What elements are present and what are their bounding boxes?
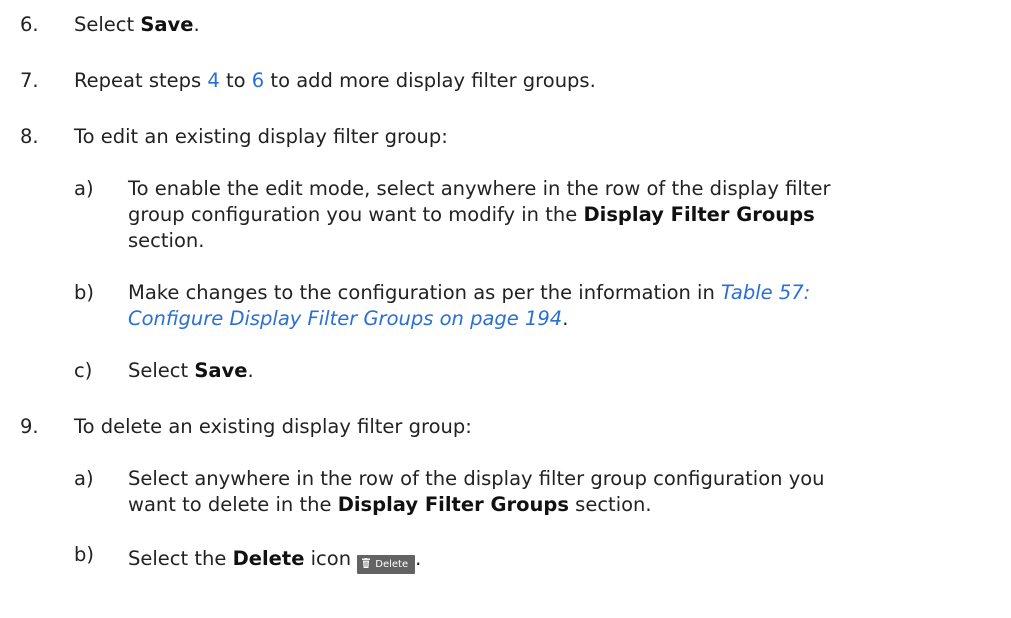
step-4-link[interactable]: 4	[207, 69, 219, 92]
step-number: 6.	[20, 13, 39, 36]
substep-9a-line1: Select anywhere in the row of the displa…	[128, 467, 825, 490]
step-number: 9.	[20, 415, 39, 438]
trash-icon	[362, 558, 371, 568]
table-57-link-continued[interactable]: Configure Display Filter Groups on page …	[128, 307, 562, 330]
substep-8b-line1: Make changes to the configuration as per…	[128, 281, 811, 304]
substep-8a-line1: To enable the edit mode, select anywhere…	[128, 177, 831, 200]
delete-button-label: Delete	[375, 559, 409, 570]
delete-button[interactable]: Delete	[357, 555, 416, 574]
substep-9b-text: Select the Delete icon Delete.	[128, 546, 421, 574]
substep-letter: c)	[74, 359, 93, 382]
step-6-link[interactable]: 6	[252, 69, 264, 92]
step-9-text: To delete an existing display filter gro…	[74, 415, 472, 438]
substep-letter: a)	[74, 467, 94, 490]
substep-8a-line2: group configuration you want to modify i…	[128, 203, 815, 226]
substep-letter: b)	[74, 281, 94, 304]
table-57-link[interactable]: Table 57:	[721, 281, 810, 304]
substep-8b-line2: Configure Display Filter Groups on page …	[128, 307, 569, 330]
step-6-text: Select Save.	[74, 13, 200, 36]
step-8-text: To edit an existing display filter group…	[74, 125, 448, 148]
step-number: 8.	[20, 125, 39, 148]
step-number: 7.	[20, 69, 39, 92]
substep-8c-text: Select Save.	[128, 359, 254, 382]
substep-8a-line3: section.	[128, 229, 205, 252]
substep-9a-line2: want to delete in the Display Filter Gro…	[128, 493, 652, 516]
substep-letter: b)	[74, 543, 94, 566]
step-7-text: Repeat steps 4 to 6 to add more display …	[74, 69, 596, 92]
substep-letter: a)	[74, 177, 94, 200]
